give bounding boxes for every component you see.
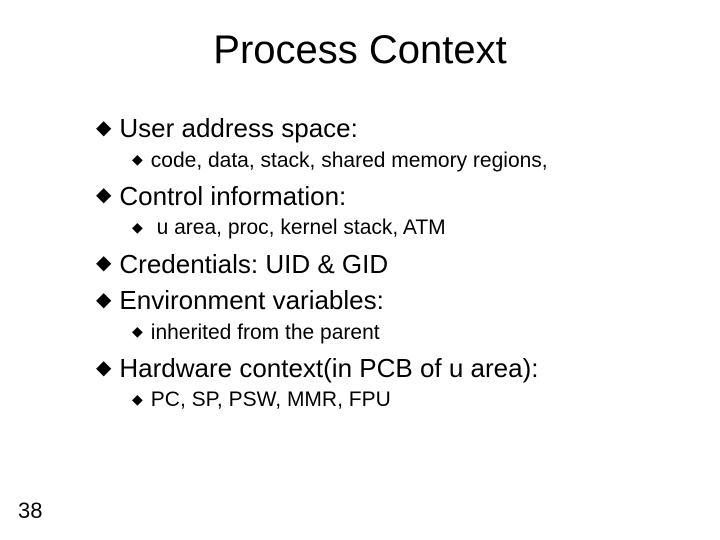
item-text: Credentials: UID & GID — [119, 249, 388, 279]
bullet-icon: ◆ — [132, 218, 143, 236]
list-item: ◆ Environment variables: — [96, 284, 680, 317]
item-text: User address space: — [119, 113, 357, 143]
bullet-icon: ◆ — [96, 251, 111, 276]
list-item: ◆ Control information: — [96, 180, 680, 213]
page-number: 38 — [18, 498, 42, 524]
list-item: ◆ Credentials: UID & GID — [96, 248, 680, 281]
list-item: ◆ Hardware context(in PCB of u area): — [96, 352, 680, 385]
slide-title: Process Context — [0, 28, 720, 73]
list-item: ◆ PC, SP, PSW, MMR, FPU — [132, 386, 680, 413]
item-text: PC, SP, PSW, MMR, FPU — [151, 388, 391, 411]
bullet-icon: ◆ — [132, 390, 143, 408]
bullet-icon: ◆ — [96, 288, 111, 313]
list-item: ◆ u area, proc, kernel stack, ATM — [132, 214, 680, 241]
bullet-icon: ◆ — [96, 116, 111, 141]
slide-body: ◆ User address space: ◆ code, data, stack,… — [96, 108, 680, 420]
item-text: Control information: — [119, 181, 346, 211]
bullet-icon: ◆ — [132, 150, 143, 168]
item-text: Environment variables: — [119, 285, 383, 315]
list-item: ◆ User address space: — [96, 112, 680, 145]
slide: Process Context ◆ User address space: ◆ co… — [0, 0, 720, 540]
list-item: ◆ code, data, stack, shared memory region… — [132, 147, 680, 174]
list-item: ◆ inherited from the parent — [132, 319, 680, 346]
bullet-icon: ◆ — [96, 356, 111, 381]
bullet-icon: ◆ — [132, 322, 143, 340]
item-text: code, data, stack, shared memory regions… — [151, 149, 548, 172]
item-text: Hardware context(in PCB of u area): — [119, 353, 538, 383]
item-text: u area, proc, kernel stack, ATM — [151, 216, 446, 239]
bullet-icon: ◆ — [96, 183, 111, 208]
item-text: inherited from the parent — [151, 321, 380, 344]
